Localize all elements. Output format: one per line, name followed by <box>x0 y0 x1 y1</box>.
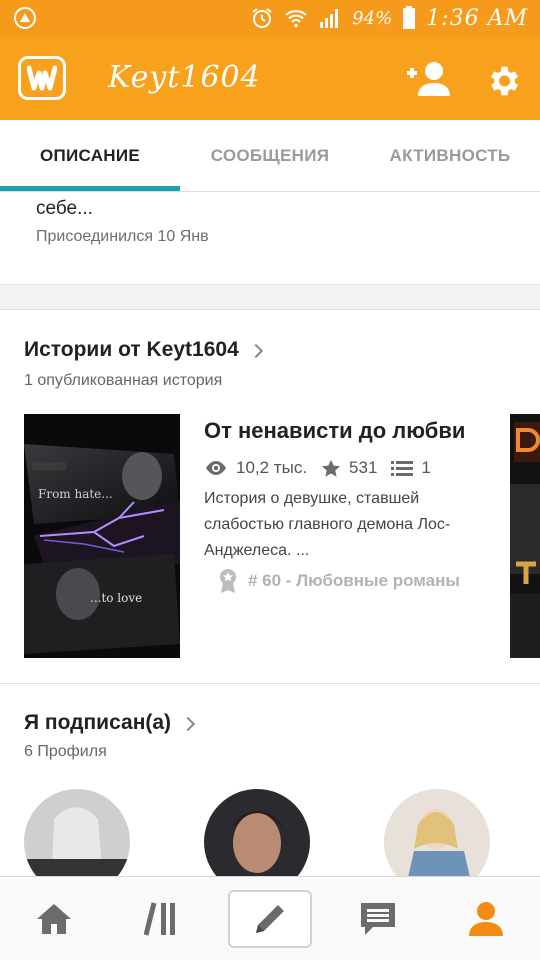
wifi-icon <box>285 10 307 28</box>
avatar[interactable] <box>384 789 490 877</box>
reads-count: 10,2 тыс. <box>236 458 308 477</box>
tab-messages[interactable]: СООБЩЕНИЯ <box>180 120 360 192</box>
chevron-right-icon <box>248 343 263 359</box>
cover-text-bottom: ...to love <box>90 591 142 605</box>
alarm-icon <box>252 8 272 28</box>
tab-description[interactable]: ОПИСАНИЕ <box>0 120 180 192</box>
gear-icon[interactable] <box>484 62 522 100</box>
app-bar: Keyt1604 <box>0 36 540 120</box>
messages-icon <box>361 903 395 935</box>
cover-text-top: From hate... <box>38 487 113 501</box>
parts-stat: 1 <box>391 458 431 478</box>
following-section: Я подписан(а) 6 Профиля <box>0 685 540 877</box>
list-icon <box>391 461 414 476</box>
library-icon <box>144 902 175 936</box>
clock: 1:36 AM <box>426 5 528 31</box>
home-icon <box>37 904 71 934</box>
stories-header[interactable]: Истории от Keyt1604 <box>24 338 263 362</box>
section-divider <box>0 284 540 310</box>
rank-label: # 60 - Любовные романы <box>248 571 460 590</box>
story-rank[interactable]: # 60 - Любовные романы <box>218 568 460 594</box>
battery-percent: 94% <box>352 7 393 29</box>
stories-section: Истории от Keyt1604 1 опубликованная ист… <box>0 310 540 684</box>
avatar[interactable] <box>24 789 130 877</box>
votes-stat: 531 <box>321 458 377 478</box>
following-count: 6 Профиля <box>24 743 107 760</box>
nav-messages[interactable] <box>324 877 432 960</box>
add-user-icon[interactable] <box>404 60 452 98</box>
write-button[interactable] <box>228 890 312 948</box>
votes-count: 531 <box>349 458 378 477</box>
award-icon <box>220 569 236 593</box>
bottom-navigation <box>0 876 540 960</box>
wattpad-logo-icon[interactable] <box>18 56 66 100</box>
notification-icon <box>14 7 36 29</box>
stories-count: 1 опубликованная история <box>24 372 223 389</box>
battery-icon <box>403 6 416 29</box>
stories-title: Истории от Keyt1604 <box>24 338 239 361</box>
status-bar-right: 94% 1:36 AM <box>250 4 528 32</box>
joined-date: Присоединился 10 Янв <box>36 228 209 245</box>
about-section: себе... Присоединился 10 Янв <box>0 192 540 284</box>
pencil-icon <box>256 905 284 933</box>
star-icon <box>322 459 341 477</box>
tab-activity[interactable]: АКТИВНОСТЬ <box>360 120 540 192</box>
profile-icon <box>469 902 503 936</box>
story-cover-next[interactable] <box>510 414 540 658</box>
following-header[interactable]: Я подписан(а) <box>24 711 196 735</box>
story-cover[interactable]: From hate... ...to love <box>24 414 180 658</box>
story-description: История о девушке, ставшей слабостью гла… <box>204 490 451 559</box>
nav-home[interactable] <box>0 877 108 960</box>
reads-stat: 10,2 тыс. <box>204 458 307 478</box>
following-title: Я подписан(а) <box>24 711 172 734</box>
story-title[interactable]: От ненависти до любви <box>204 418 465 444</box>
about-text[interactable]: себе... <box>36 198 93 220</box>
story-stats: 10,2 тыс. 531 1 <box>204 456 445 480</box>
username-title: Keyt1604 <box>108 60 261 95</box>
chevron-right-icon <box>180 716 196 732</box>
profile-tabs: ОПИСАНИЕ СООБЩЕНИЯ АКТИВНОСТЬ <box>0 120 540 192</box>
eye-icon <box>206 461 226 475</box>
parts-count: 1 <box>421 458 431 477</box>
signal-icon <box>320 9 339 28</box>
status-bar: 94% 1:36 AM <box>0 0 540 36</box>
active-tab-indicator <box>0 186 180 191</box>
avatar[interactable] <box>204 789 310 877</box>
nav-library[interactable] <box>108 877 216 960</box>
nav-write[interactable] <box>216 877 324 960</box>
nav-profile[interactable] <box>432 877 540 960</box>
